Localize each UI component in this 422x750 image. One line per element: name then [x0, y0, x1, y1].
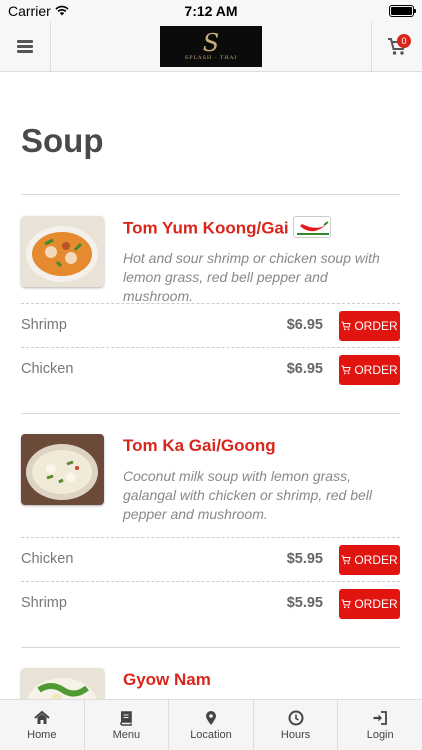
item-divider — [21, 413, 400, 414]
option-price: $6.95 — [286, 317, 323, 333]
tab-location[interactable]: Location — [169, 700, 254, 750]
tab-menu-label: Menu — [112, 728, 141, 741]
hamburger-icon — [17, 40, 33, 53]
tab-hours-label: Hours — [280, 728, 311, 741]
order-button-label: ORDER — [354, 363, 398, 377]
page-title: Soup — [21, 122, 104, 159]
clock-icon — [288, 710, 304, 725]
cart-icon — [341, 365, 351, 375]
item-name: Tom Yum Koong/Gai — [123, 216, 331, 240]
order-button[interactable]: ORDER — [339, 355, 400, 385]
item-name-text: Tom Yum Koong/Gai — [123, 218, 289, 238]
map-pin-icon — [205, 710, 216, 725]
price-option-row: Shrimp $6.95 ORDER — [21, 303, 400, 347]
option-label: Shrimp — [21, 595, 67, 611]
logo-text: SPLASH · THAI — [184, 54, 238, 61]
status-bar: Carrier 7:12 AM — [0, 0, 422, 22]
book-icon — [120, 710, 133, 726]
spicy-chili-icon — [292, 216, 331, 238]
price-option-row: Chicken $5.95 ORDER — [21, 537, 400, 581]
item-name: Gyow Nam — [123, 670, 211, 689]
item-description: Coconut milk soup with lemon grass, gala… — [123, 468, 373, 522]
option-price: $5.95 — [286, 595, 323, 611]
restaurant-logo[interactable]: S SPLASH · THAI — [160, 26, 262, 67]
order-button[interactable]: ORDER — [339, 589, 400, 619]
item-name: Tom Ka Gai/Goong — [123, 436, 276, 455]
tab-login-label: Login — [366, 728, 394, 741]
order-button[interactable]: ORDER — [339, 311, 400, 341]
cart-button[interactable]: 0 — [371, 22, 422, 71]
cart-count-badge: 0 — [397, 34, 411, 48]
order-button-label: ORDER — [354, 597, 398, 611]
dish-image — [21, 216, 104, 287]
login-icon — [373, 710, 388, 725]
cart-icon — [341, 321, 351, 331]
tab-login[interactable]: Login — [338, 700, 422, 750]
menu-content[interactable]: Soup Tom Yum Koong/Gai Hot and sour shri… — [0, 73, 422, 699]
order-button-label: ORDER — [354, 319, 398, 333]
tab-menu[interactable]: Menu — [85, 700, 170, 750]
option-label: Shrimp — [21, 317, 67, 333]
dish-image — [21, 668, 104, 699]
dish-image — [21, 434, 104, 505]
price-option-row: Shrimp $5.95 ORDER — [21, 581, 400, 625]
tab-home[interactable]: Home — [0, 700, 85, 750]
cart-icon — [341, 555, 351, 565]
battery-icon — [389, 5, 416, 17]
tab-home-label: Home — [27, 728, 57, 741]
status-time: 7:12 AM — [184, 3, 238, 19]
logo-mark: S — [202, 28, 220, 57]
cart-icon — [341, 599, 351, 609]
tab-hours[interactable]: Hours — [254, 700, 339, 750]
item-divider — [21, 647, 400, 648]
option-label: Chicken — [21, 551, 74, 567]
menu-button[interactable] — [0, 22, 51, 71]
option-price: $6.95 — [286, 361, 323, 377]
app-header: S SPLASH · THAI 0 — [0, 22, 422, 72]
bottom-tab-bar: Home Menu Location Hours Login — [0, 699, 422, 750]
order-button-label: ORDER — [354, 553, 398, 567]
option-label: Chicken — [21, 361, 74, 377]
item-description: Hot and sour shrimp or chicken soup with… — [123, 250, 380, 304]
order-button[interactable]: ORDER — [339, 545, 400, 575]
price-option-row: Chicken $6.95 ORDER — [21, 347, 400, 391]
home-icon — [34, 710, 50, 724]
option-price: $5.95 — [286, 551, 323, 567]
title-divider — [21, 194, 400, 195]
tab-location-label: Location — [190, 728, 232, 741]
